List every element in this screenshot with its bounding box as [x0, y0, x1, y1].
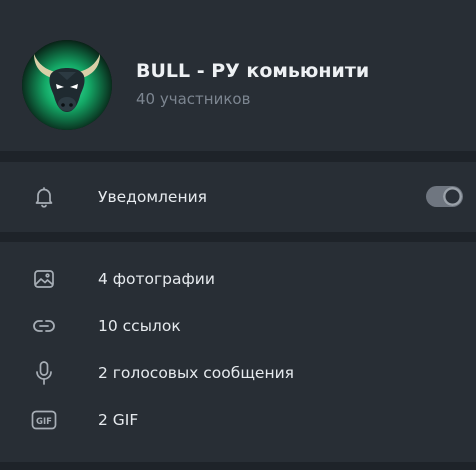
media-gif-label: 2 GIF [98, 411, 139, 429]
photo-icon [30, 265, 58, 293]
notifications-toggle[interactable] [426, 186, 463, 207]
chat-info-header: BULL - РУ комьюнити 40 участников [0, 0, 476, 151]
member-count: 40 участников [136, 90, 251, 108]
svg-text:GIF: GIF [36, 417, 52, 427]
microphone-icon [30, 359, 58, 387]
media-row-gif[interactable]: GIF 2 GIF [0, 398, 476, 442]
media-voice-label: 2 голосовых сообщения [98, 364, 294, 382]
notifications-row[interactable]: Уведомления [0, 175, 476, 219]
link-icon [30, 312, 58, 340]
media-row-voice[interactable]: 2 голосовых сообщения [0, 351, 476, 395]
chat-avatar[interactable] [22, 40, 112, 130]
toggle-knob [443, 187, 462, 206]
media-row-photos[interactable]: 4 фотографии [0, 257, 476, 301]
gif-icon: GIF [30, 406, 58, 434]
notifications-label: Уведомления [98, 188, 207, 206]
notifications-section: Уведомления [0, 162, 476, 232]
bull-logo-icon [22, 40, 112, 130]
media-links-label: 10 ссылок [98, 317, 181, 335]
chat-title: BULL - РУ комьюнити [136, 60, 370, 82]
bell-icon [30, 183, 58, 211]
media-photos-label: 4 фотографии [98, 270, 215, 288]
media-row-links[interactable]: 10 ссылок [0, 304, 476, 348]
shared-media-section: 4 фотографии 10 ссылок 2 голосовых сообщ… [0, 242, 476, 462]
